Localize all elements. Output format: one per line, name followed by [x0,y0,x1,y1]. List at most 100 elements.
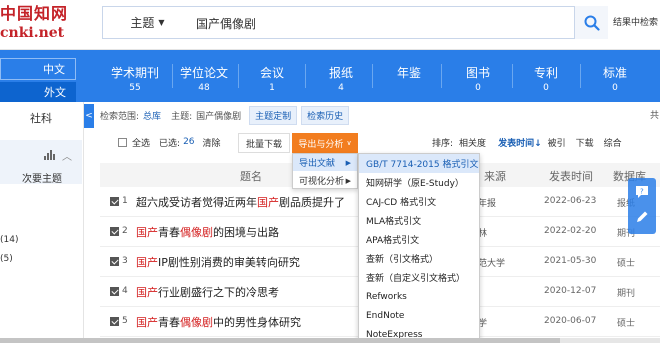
row-number: 3 [122,256,128,266]
nav-tab-journals[interactable]: 学术期刊 55 [100,50,170,102]
chevron-up-icon[interactable]: ︿ [62,148,72,163]
topic-label: 主题: [171,111,193,122]
select-all-checkbox[interactable] [118,137,127,147]
row-title-link[interactable]: 国产行业剧盛行之下的冷思考 [136,284,279,300]
collapse-sidebar-button[interactable]: < [84,104,94,128]
search-in-results-button[interactable]: 结果中检索 [613,15,658,28]
export-analysis-menu: 导出文献 ▶ 可视化分析 ▶ [292,153,358,189]
sort-option-downloads[interactable]: 下载 [576,136,594,149]
row-title-link[interactable]: 国产青春偶像剧的困境与出路 [136,224,279,240]
clear-selection-link[interactable]: 清除 [203,136,221,149]
filter-count: (14) [0,235,19,245]
export-analysis-button[interactable]: 导出与分析 ∨ [292,133,358,153]
nav-tab-standards[interactable]: 标准 0 [580,50,650,102]
filter-count: (5) [0,254,13,264]
nav-tab-newspapers[interactable]: 报纸 4 [306,50,376,102]
row-number: 1 [122,196,128,206]
search-field-select[interactable]: 主题 ▼ [110,8,185,37]
nav-tab-label: 图书 [465,66,490,80]
title-text: 剧品质提升了 [279,196,345,209]
nav-tab-patents[interactable]: 专利 0 [511,50,581,102]
row-checkbox[interactable] [110,257,119,266]
title-highlight: 国产 [136,226,158,239]
sort-option-relevance[interactable]: 相关度 [459,136,486,149]
row-date: 2022-06-23 [544,196,597,206]
menu-item-mla[interactable]: MLA格式引文 [359,211,479,230]
cnki-logo[interactable]: 中国知网 cnki.net [0,6,100,44]
row-checkbox[interactable] [110,227,119,236]
caret-right-icon: ▶ [345,158,351,167]
scope-label: 检索范围: [100,111,140,122]
menu-item-cajcd[interactable]: CAJ-CD 格式引文 [359,192,479,211]
arrow-down-icon: ↓ [534,138,542,149]
logo-text-en: cnki.net [0,25,65,41]
sort-option-date[interactable]: 发表时间↓ [498,136,542,149]
menu-item-export-references[interactable]: 导出文献 ▶ [293,154,357,171]
menu-item-novelty-custom[interactable]: 查新（自定义引文格式） [359,268,479,287]
row-checkbox[interactable] [110,287,119,296]
menu-item-apa[interactable]: APA格式引文 [359,230,479,249]
chevron-left-icon: < [85,111,93,121]
title-highlight: 国产 [136,256,158,269]
pen-icon[interactable] [634,209,650,228]
row-title-link[interactable]: 超六成受访者觉得近两年国产剧品质提升了 [136,194,345,210]
menu-item-endnote[interactable]: EndNote [359,306,479,325]
search-button[interactable] [574,6,608,39]
menu-item-visual-analysis[interactable]: 可视化分析 ▶ [293,172,357,189]
sort-option-overall[interactable]: 综合 [604,136,622,149]
caret-right-icon: ▶ [345,176,351,185]
row-checkbox[interactable] [110,317,119,326]
nav-tab-books[interactable]: 图书 0 [443,50,513,102]
sort-option-cited[interactable]: 被引 [548,136,566,149]
menu-item-gbt7714[interactable]: GB/T 7714-2015 格式引文 [359,154,479,173]
caret-down-icon: ▼ [158,18,165,27]
row-number: 2 [122,226,128,236]
lang-tab-foreign[interactable]: 外文 [0,82,76,102]
title-text: IP剧性别消费的审美转向研究 [158,256,300,269]
scope-value[interactable]: 总库 [143,109,161,122]
sort-bar: 排序: 相关度 发表时间↓ 被引 下载 综合 [432,133,622,151]
row-database: 硕士 [617,319,636,329]
search-history-button[interactable]: 检索历史 [301,105,350,125]
nav-tab-count: 4 [338,83,344,93]
menu-item-novelty-search[interactable]: 查新（引文格式） [359,249,479,268]
search-icon [584,15,600,31]
menu-item-refworks[interactable]: Refworks [359,287,479,306]
topic-value: 国产偶像剧 [196,111,242,122]
nav-tab-theses[interactable]: 学位论文 48 [169,50,239,102]
nav-divider [441,64,442,88]
nav-tab-count: 0 [475,83,481,93]
bar-chart-icon[interactable] [44,150,56,163]
citation-format-menu: GB/T 7714-2015 格式引文 知网研学（原E-Study） CAJ-C… [358,153,480,343]
scrollbar-thumb[interactable] [0,338,560,343]
nav-tab-conferences[interactable]: 会议 1 [237,50,307,102]
column-header-source: 来源 [484,170,506,183]
row-source[interactable]: 范大学 [478,256,505,269]
filter-tab-social-science[interactable]: 社科 [0,106,82,130]
menu-item-label: 导出文献 [299,159,336,169]
column-header-title: 题名 [240,170,262,183]
row-title-link[interactable]: 国产IP剧性别消费的审美转向研究 [136,254,300,270]
chat-icon[interactable]: ? [634,184,650,203]
nav-tab-label: 年鉴 [396,66,421,80]
search-input[interactable] [196,9,566,37]
row-date: 2021-05-30 [544,256,597,266]
title-highlight: 国产 [136,316,158,329]
title-highlight: 偶像剧 [180,226,213,239]
menu-item-estudy[interactable]: 知网研学（原E-Study） [359,173,479,192]
nav-tab-yearbooks[interactable]: 年鉴 [374,50,444,102]
nav-tab-count: 1 [269,83,275,93]
lang-tab-chinese[interactable]: 中文 [0,58,76,80]
search-scope-bar: 检索范围: 总库 主题: 国产偶像剧 主题定制 检索历史 [100,105,350,125]
row-database: 期刊 [617,289,636,299]
filter-subtopic[interactable]: 次要主题 [22,170,62,185]
title-highlight: 国产 [136,286,158,299]
row-title-link[interactable]: 国产青春偶像剧中的男性身体研究 [136,314,301,330]
row-number: 4 [122,286,128,296]
batch-download-button[interactable]: 批量下载 [238,133,290,153]
row-checkbox[interactable] [110,197,119,206]
export-analysis-label: 导出与分析 [298,139,344,150]
custom-topic-button[interactable]: 主题定制 [249,105,298,125]
row-source[interactable]: 年报 [478,196,496,209]
title-text: 青春 [158,316,180,329]
